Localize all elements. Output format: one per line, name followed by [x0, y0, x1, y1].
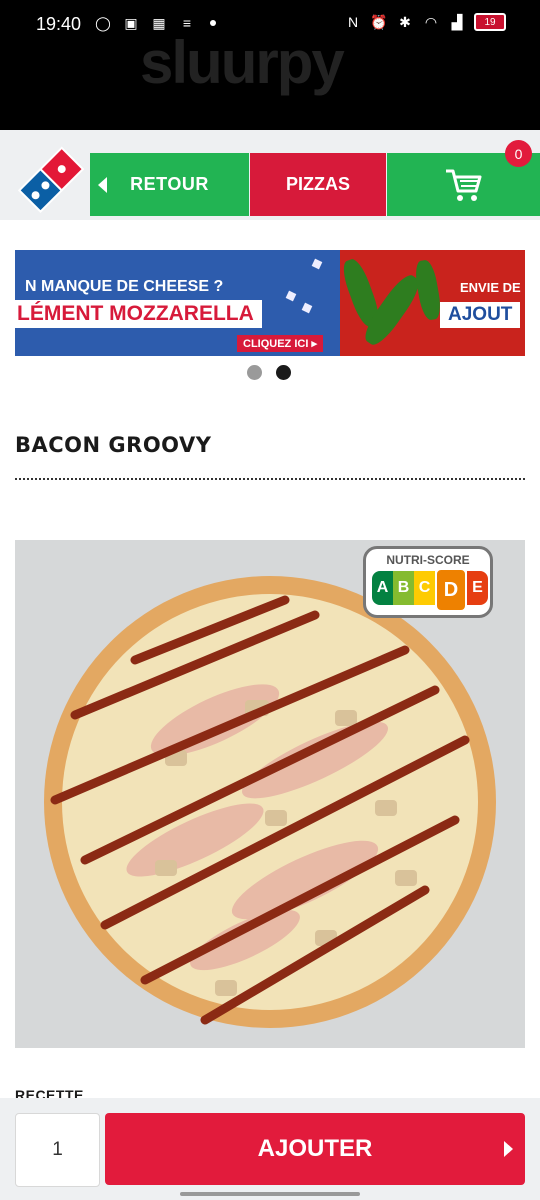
battery-icon: 19 [474, 13, 506, 31]
banner-subheadline: LÉMENT MOZZARELLA [15, 300, 262, 328]
cheese-cube-icon [285, 290, 297, 302]
status-time: 19:40 [36, 14, 82, 34]
carousel-dot-active[interactable] [276, 365, 291, 380]
cart-count-badge: 0 [505, 140, 532, 167]
banner-right-headline: ENVIE DE [460, 280, 521, 295]
back-button-label: RETOUR [130, 174, 209, 194]
nutri-score-badge: NUTRI-SCORE A B C D E [363, 546, 493, 618]
back-arrow-icon [98, 177, 107, 193]
notification-icons: ◯ ▣ ▦ ≡ [94, 14, 216, 32]
cheese-cube-icon [311, 258, 323, 270]
quantity-field[interactable]: 1 [15, 1113, 100, 1187]
cart-icon [445, 169, 481, 201]
nutri-grade-e: E [467, 571, 488, 605]
watermark: sluurpy [140, 29, 345, 96]
alarm-icon: ⏰ [370, 13, 388, 30]
chevron-right-icon [504, 1141, 513, 1157]
bluetooth-icon: ✱ [399, 13, 411, 30]
pepper-icon [412, 258, 444, 322]
banner-right-subheadline: AJOUT [440, 302, 521, 328]
wifi-icon: ◠ [424, 13, 438, 30]
more-notifications-icon [210, 20, 216, 26]
signal-icon: ▟ [451, 13, 463, 30]
add-button-label: AJOUTER [257, 1135, 373, 1162]
product-title: BACON GROOVY [15, 433, 212, 457]
banner-slide-jalapeno[interactable]: ENVIE DE AJOUT [338, 250, 525, 356]
cheese-cube-icon [301, 302, 313, 314]
nfc-icon: N [347, 14, 359, 30]
nutri-grade-b: B [393, 571, 414, 605]
system-icons: N ⏰ ✱ ◠ ▟ 19 [344, 13, 506, 31]
back-button[interactable]: RETOUR [90, 153, 249, 216]
promo-banner[interactable]: N MANQUE DE CHEESE ? LÉMENT MOZZARELLA C… [15, 250, 525, 356]
app-icon: ≡ [182, 15, 192, 31]
banner-cta[interactable]: CLIQUEZ ICI ▸ [237, 335, 323, 352]
pizzas-button-label: PIZZAS [285, 174, 350, 194]
banner-slide-mozzarella[interactable]: N MANQUE DE CHEESE ? LÉMENT MOZZARELLA C… [15, 250, 340, 356]
pizzas-button[interactable]: PIZZAS [250, 153, 386, 216]
discord-icon: ▣ [124, 14, 138, 31]
title-divider [15, 478, 525, 480]
carousel-dot[interactable] [247, 365, 262, 380]
nutri-grade-a: A [372, 571, 393, 605]
nutri-grade-c: C [414, 571, 435, 605]
add-to-cart-button[interactable]: AJOUTER [105, 1113, 525, 1185]
home-indicator[interactable] [180, 1192, 360, 1196]
dominos-logo[interactable] [14, 144, 84, 214]
carousel-indicators [247, 365, 291, 380]
whatsapp-icon: ◯ [95, 14, 111, 31]
calendar-icon: ▦ [152, 14, 166, 31]
nutri-grade-d-selected: D [435, 568, 467, 612]
nutri-score-label: NUTRI-SCORE [386, 553, 470, 567]
status-bar: sluurpy 19:40 ◯ ▣ ▦ ≡ N ⏰ ✱ ◠ ▟ 19 [0, 0, 540, 130]
banner-headline: N MANQUE DE CHEESE ? [25, 278, 224, 295]
nutri-score-scale: A B C D E [372, 568, 488, 612]
